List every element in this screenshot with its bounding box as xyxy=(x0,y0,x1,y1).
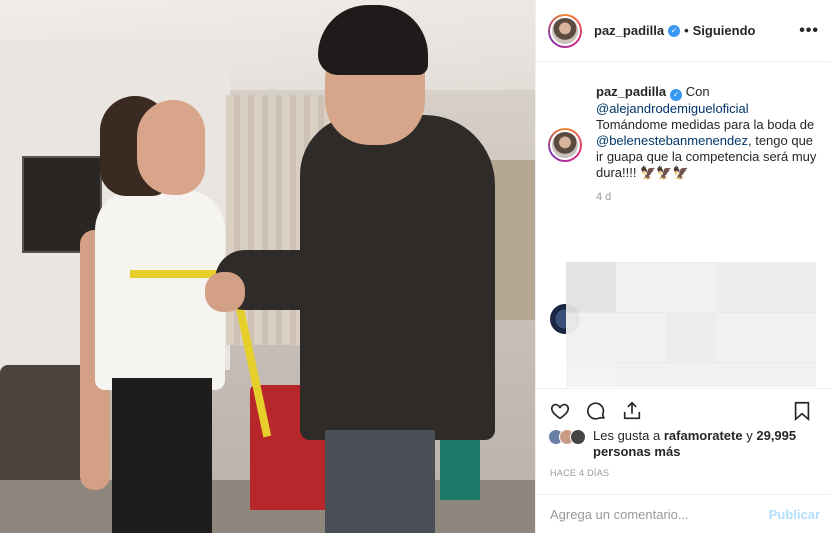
separator-dot: • xyxy=(684,23,689,38)
post-timestamp[interactable]: HACE 4 DÍAS xyxy=(550,468,609,478)
caption-username[interactable]: paz_padilla xyxy=(596,84,666,99)
post-side-panel: paz_padilla ✓ • Siguiendo ••• paz_padill… xyxy=(535,0,831,533)
comment-form: Publicar xyxy=(536,494,831,533)
caption-time: 4 d xyxy=(596,191,612,203)
photo-woman-pants xyxy=(112,378,212,533)
verified-icon: ✓ xyxy=(668,24,681,37)
following-button[interactable]: Siguiendo xyxy=(693,23,756,38)
likes-text: Les gusta a rafamoratete y 29,995 person… xyxy=(593,428,813,460)
post-header: paz_padilla ✓ • Siguiendo ••• xyxy=(536,0,831,62)
caption-emojis: 🦅🦅🦅 xyxy=(640,165,689,180)
blur-cell xyxy=(566,362,616,387)
username-link[interactable]: paz_padilla xyxy=(594,23,664,38)
likes-middle: y xyxy=(746,428,753,443)
likes-prefix: Les gusta a xyxy=(593,428,661,443)
likes-summary: Les gusta a rafamoratete y 29,995 person… xyxy=(548,428,813,460)
blur-cell xyxy=(666,312,716,362)
heart-icon[interactable] xyxy=(548,399,572,423)
bookmark-icon[interactable] xyxy=(790,399,814,423)
comments-list[interactable]: paz_padilla ✓ Con @alejandrodemiguelofici… xyxy=(536,62,831,387)
post-photo[interactable] xyxy=(0,0,535,533)
publish-button[interactable]: Publicar xyxy=(769,507,820,522)
verified-icon: ✓ xyxy=(670,89,683,101)
liker-username[interactable]: rafamoratete xyxy=(664,428,743,443)
caption-text-1: Con xyxy=(685,84,710,99)
photo-man-hand xyxy=(205,272,245,312)
liker-avatars[interactable] xyxy=(548,429,586,445)
caption: paz_padilla ✓ Con @alejandrodemiguelofici… xyxy=(548,84,819,181)
avatar[interactable] xyxy=(548,13,582,48)
photo-man-jeans xyxy=(325,430,435,533)
caption-text-2: Tomándome medidas para la boda de xyxy=(596,117,815,132)
caption-text: paz_padilla ✓ Con @alejandrodemiguelofici… xyxy=(596,84,818,181)
blur-cell xyxy=(566,262,616,312)
liker-avatar xyxy=(570,429,586,445)
blurred-comments xyxy=(566,262,816,387)
mention-link[interactable]: @belenestebanmenendez xyxy=(596,133,748,148)
photo-woman-face xyxy=(137,100,205,195)
share-icon[interactable] xyxy=(620,399,644,423)
more-icon[interactable]: ••• xyxy=(799,22,819,40)
comment-input[interactable] xyxy=(550,506,769,522)
comment-icon[interactable] xyxy=(584,399,608,423)
blur-cell xyxy=(716,262,816,312)
mention-link[interactable]: @alejandrodemigueloficial xyxy=(596,101,818,117)
avatar-image xyxy=(550,15,580,46)
avatar-image xyxy=(550,130,580,160)
photo-measuring-tape xyxy=(130,270,220,278)
caption-avatar[interactable] xyxy=(548,128,582,162)
action-bar xyxy=(536,388,831,423)
